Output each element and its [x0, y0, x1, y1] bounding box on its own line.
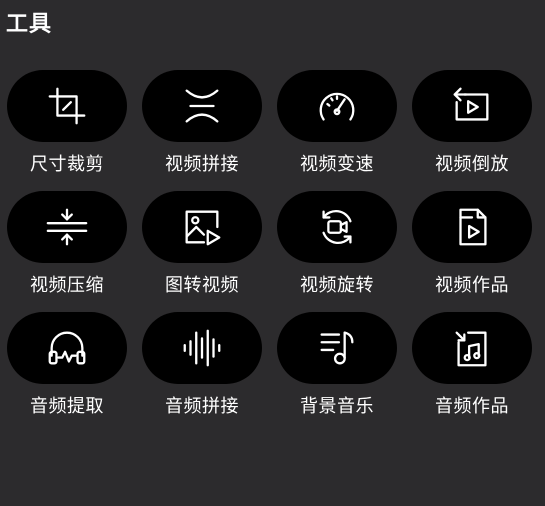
tool-video-rotate[interactable]: 视频旋转 [277, 191, 397, 312]
tool-label: 视频压缩 [30, 275, 104, 296]
tool-label: 音频作品 [435, 396, 509, 417]
tool-video-join-button[interactable] [142, 70, 262, 142]
headphones-icon [48, 331, 86, 365]
tools-grid: 尺寸裁剪 视频拼接 视频变速 视频倒放 视频压缩 图转视频 视频旋转 视频作品 … [7, 70, 532, 433]
tool-audio-join[interactable]: 音频拼接 [142, 312, 262, 433]
tool-label: 视频变速 [300, 154, 374, 175]
tool-crop-button[interactable] [7, 70, 127, 142]
tool-background-music[interactable]: 背景音乐 [277, 312, 397, 433]
tool-label: 视频倒放 [435, 154, 509, 175]
music-list-icon [320, 331, 354, 365]
video-reverse-icon [453, 87, 489, 121]
tool-audio-join-button[interactable] [142, 312, 262, 384]
tool-video-compress-button[interactable] [7, 191, 127, 263]
tool-label: 视频作品 [435, 275, 509, 296]
tool-audio-works[interactable]: 音频作品 [412, 312, 532, 433]
tool-video-speed[interactable]: 视频变速 [277, 70, 397, 191]
image-to-video-icon [185, 210, 221, 246]
tool-label: 图转视频 [165, 275, 239, 296]
tool-crop[interactable]: 尺寸裁剪 [7, 70, 127, 191]
tool-label: 视频旋转 [300, 275, 374, 296]
video-join-icon [185, 89, 219, 123]
tool-video-works-button[interactable] [412, 191, 532, 263]
tool-audio-extract[interactable]: 音频提取 [7, 312, 127, 433]
video-rotate-icon [322, 209, 352, 245]
tool-video-join[interactable]: 视频拼接 [142, 70, 262, 191]
tool-image-to-video[interactable]: 图转视频 [142, 191, 262, 312]
tool-video-works[interactable]: 视频作品 [412, 191, 532, 312]
crop-icon [48, 87, 86, 125]
tool-video-reverse-button[interactable] [412, 70, 532, 142]
audio-waveform-icon [183, 329, 221, 367]
tool-image-to-video-button[interactable] [142, 191, 262, 263]
video-file-icon [459, 208, 487, 246]
compress-icon [46, 208, 88, 246]
page-title: 工具 [6, 12, 53, 37]
tool-video-reverse[interactable]: 视频倒放 [412, 70, 532, 191]
tool-video-compress[interactable]: 视频压缩 [7, 191, 127, 312]
tool-audio-extract-button[interactable] [7, 312, 127, 384]
tool-label: 音频拼接 [165, 396, 239, 417]
tool-background-music-button[interactable] [277, 312, 397, 384]
tool-audio-works-button[interactable] [412, 312, 532, 384]
tool-label: 音频提取 [30, 396, 104, 417]
tool-label: 背景音乐 [300, 396, 374, 417]
tool-label: 视频拼接 [165, 154, 239, 175]
speedometer-icon [319, 92, 355, 121]
tool-label: 尺寸裁剪 [30, 154, 104, 175]
music-file-icon [455, 331, 487, 367]
tool-video-speed-button[interactable] [277, 70, 397, 142]
tool-video-rotate-button[interactable] [277, 191, 397, 263]
